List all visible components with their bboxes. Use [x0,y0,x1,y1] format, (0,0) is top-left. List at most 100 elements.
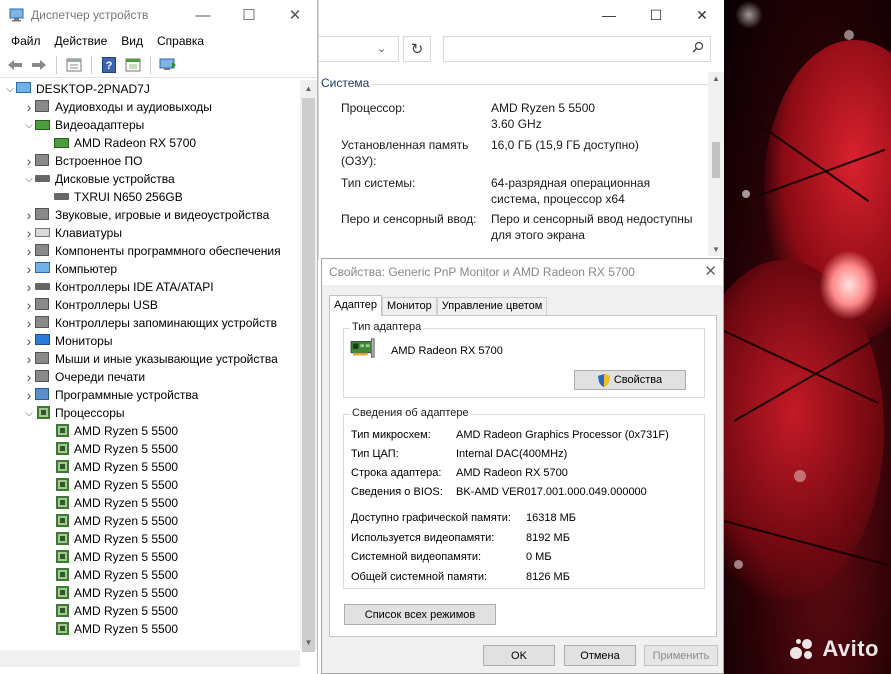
tree-category[interactable]: › Компьютер [0,260,300,278]
chevron-right-icon[interactable]: › [23,243,35,259]
speaker-icon [35,208,51,222]
software-device-icon-shape [35,388,49,400]
search-input[interactable] [443,36,711,62]
scrollbar-thumb[interactable] [712,142,720,178]
ok-button[interactable]: OK [483,645,555,666]
chevron-down-icon[interactable]: ⌵ [4,84,16,95]
chevron-right-icon[interactable]: › [23,99,35,115]
chevron-right-icon[interactable]: › [23,333,35,349]
scroll-up-icon[interactable]: ▲ [712,74,720,83]
tree-category[interactable]: › Звуковые, игровые и видеоустройства [0,206,300,224]
tree-device[interactable]: AMD Ryzen 5 5500 [0,440,300,458]
tree-device[interactable]: AMD Radeon RX 5700 [0,134,300,152]
scan-hardware-icon[interactable] [158,56,178,74]
scroll-down-icon[interactable]: ▼ [300,634,317,650]
chevron-right-icon[interactable]: › [23,369,35,385]
menu-action[interactable]: Действие [48,34,115,48]
chevron-right-icon[interactable]: › [23,351,35,367]
minimize-icon[interactable]: — [180,0,226,30]
tree-device[interactable]: AMD Ryzen 5 5500 [0,584,300,602]
tree-category[interactable]: › Компоненты программного обеспечения [0,242,300,260]
properties-sheet-icon[interactable] [64,56,84,74]
menu-view[interactable]: Вид [114,34,150,48]
tree-device[interactable]: AMD Ryzen 5 5500 [0,566,300,584]
scroll-down-icon[interactable]: ▼ [712,245,720,254]
tree-device[interactable]: AMD Ryzen 5 5500 [0,512,300,530]
chevron-right-icon[interactable]: › [23,315,35,331]
address-input[interactable]: ⌄ [319,36,399,62]
tree-device[interactable]: AMD Ryzen 5 5500 [0,620,300,638]
tree-item-label: AMD Ryzen 5 5500 [74,496,179,510]
tab-color-management[interactable]: Управление цветом [436,297,548,316]
maximize-icon[interactable]: ☐ [639,0,673,30]
horizontal-scrollbar[interactable] [0,650,300,667]
tree-item-label: AMD Ryzen 5 5500 [74,568,179,582]
tree-device[interactable]: AMD Ryzen 5 5500 [0,548,300,566]
close-icon[interactable]: ✕ [704,262,717,280]
tree-item-label: Мыши и иные указывающие устройства [55,352,278,366]
refresh-icon[interactable]: ↻ [403,36,431,62]
software-component-icon-shape [35,244,49,256]
tree-root[interactable]: ⌵ DESKTOP-2PNAD7J [0,80,300,98]
tree-device[interactable]: AMD Ryzen 5 5500 [0,494,300,512]
back-arrow-icon[interactable] [5,56,25,74]
tree-category[interactable]: › Мыши и иные указывающие устройства [0,350,300,368]
display-adapter-icon [54,136,70,150]
tree-device[interactable]: AMD Ryzen 5 5500 [0,422,300,440]
tree-category[interactable]: › Программные устройства [0,386,300,404]
help-icon[interactable]: ? [99,56,119,74]
chevron-down-icon[interactable]: ⌵ [23,408,35,419]
tree-device[interactable]: AMD Ryzen 5 5500 [0,602,300,620]
tab-adapter[interactable]: Адаптер [329,295,382,316]
tree-item-label: Компоненты программного обеспечения [55,244,281,258]
tree-category[interactable]: › Аудиовходы и аудиовыходы [0,98,300,116]
chevron-right-icon[interactable]: › [23,153,35,169]
tree-category[interactable]: › Клавиатуры [0,224,300,242]
tree-device[interactable]: AMD Ryzen 5 5500 [0,530,300,548]
tree-device[interactable]: TXRUI N650 256GB [0,188,300,206]
scrollbar-thumb[interactable] [302,98,315,652]
tree-item-label: AMD Ryzen 5 5500 [74,478,179,492]
chevron-down-icon[interactable]: ⌵ [23,174,35,185]
vertical-scrollbar[interactable]: ▲ ▼ [708,72,724,256]
processor-icon [54,586,70,600]
scroll-up-icon[interactable]: ▲ [300,80,317,96]
tree-category[interactable]: › Мониторы [0,332,300,350]
chevron-right-icon[interactable]: › [23,225,35,241]
tree-item-label: Контроллеры запоминающих устройств [55,316,277,330]
tree-item-label: Клавиатуры [55,226,122,240]
tree-category[interactable]: ⌵ Видеоадаптеры [0,116,300,134]
update-driver-icon[interactable] [123,56,143,74]
cancel-button[interactable]: Отмена [564,645,636,666]
tree-category[interactable]: ⌵ Дисковые устройства [0,170,300,188]
group-title: Сведения об адаптере [350,407,471,419]
vertical-scrollbar[interactable]: ▲ ▼ [300,80,317,652]
tree-category[interactable]: › Встроенное ПО [0,152,300,170]
close-icon[interactable]: ✕ [272,0,318,30]
maximize-icon[interactable]: ☐ [226,0,272,30]
tab-monitor[interactable]: Монитор [381,297,437,316]
tree-device[interactable]: AMD Ryzen 5 5500 [0,476,300,494]
chevron-right-icon[interactable]: › [23,261,35,277]
menu-help[interactable]: Справка [150,34,211,48]
chevron-right-icon[interactable]: › [23,387,35,403]
close-icon[interactable]: ✕ [685,0,719,30]
minimize-icon[interactable]: — [592,0,626,30]
properties-button[interactable]: Свойства [574,370,686,390]
chevron-right-icon[interactable]: › [23,297,35,313]
tree-category[interactable]: › Очереди печати [0,368,300,386]
chevron-down-icon[interactable]: ⌄ [377,42,386,55]
tree-category[interactable]: › Контроллеры USB [0,296,300,314]
tree-category[interactable]: › Контроллеры запоминающих устройств [0,314,300,332]
list-all-modes-button[interactable]: Список всех режимов [344,604,496,625]
device-manager-window: Диспетчер устройств — ☐ ✕ Файл Действие … [0,0,318,674]
tree-device[interactable]: AMD Ryzen 5 5500 [0,458,300,476]
tree-category[interactable]: › Контроллеры IDE ATA/ATAPI [0,278,300,296]
forward-arrow-icon[interactable] [29,56,49,74]
apply-button[interactable]: Применить [644,645,718,666]
chevron-right-icon[interactable]: › [23,279,35,295]
chevron-right-icon[interactable]: › [23,207,35,223]
tree-category[interactable]: ⌵ Процессоры [0,404,300,422]
chevron-down-icon[interactable]: ⌵ [23,120,35,131]
menu-file[interactable]: Файл [4,34,48,48]
